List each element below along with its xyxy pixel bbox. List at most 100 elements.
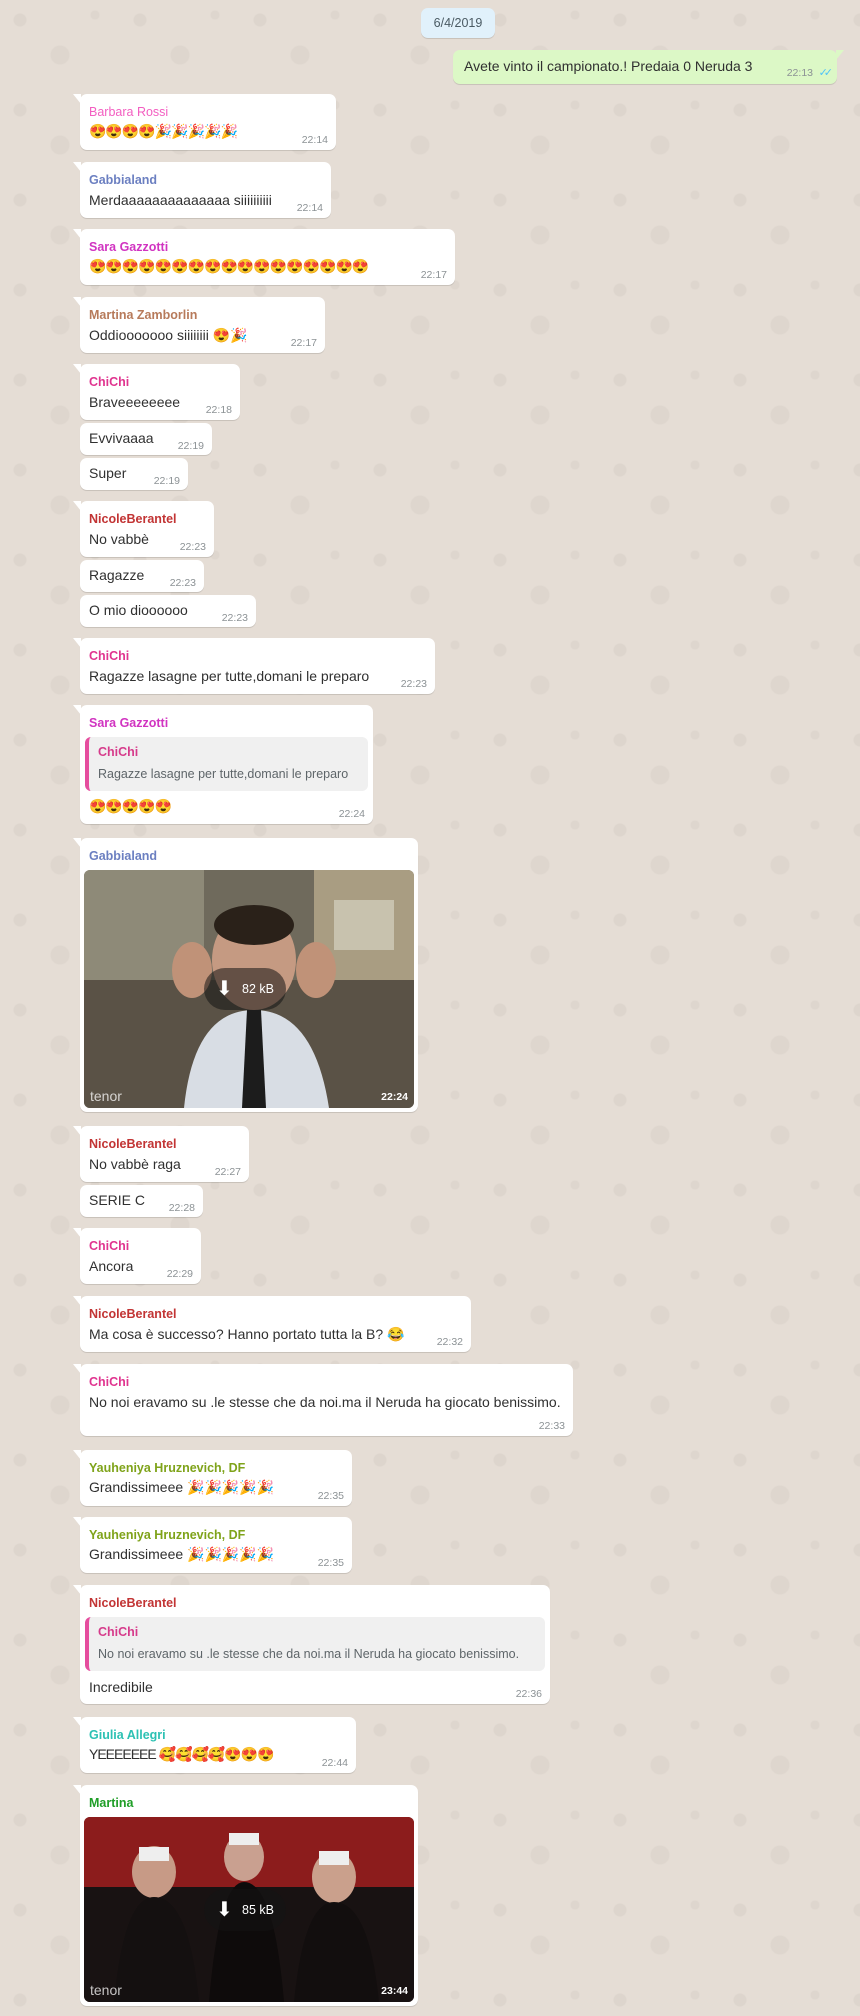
incoming-message[interactable]: Sara Gazzotti 😍😍😍😍😍😍😍😍😍😍😍😍😍😍😍😍😍 22:17 [73, 229, 455, 285]
incoming-message[interactable]: SERIE C 22:28 [80, 1185, 203, 1217]
message-time: 22:27 [214, 1166, 241, 1178]
message-time: 22:23 [221, 612, 248, 624]
sender-name[interactable]: ChiChi [89, 649, 129, 663]
quoted-text: Ragazze lasagne per tutte,domani le prep… [98, 767, 349, 781]
read-receipt-icon: ✓✓ [818, 67, 834, 79]
quoted-text: No noi eravamo su .le stesse che da noi.… [98, 1647, 520, 1661]
message-text: Grandissimeee 🎉🎉🎉🎉🎉 [89, 1546, 275, 1562]
message-text: Merdaaaaaaaaaaaaaa siiiiiiiiii [89, 192, 272, 208]
incoming-message[interactable]: Yauheniya Hruznevich, DF Grandissimeee 🎉… [73, 1450, 352, 1506]
sender-name[interactable]: Gabbialand [89, 849, 157, 863]
message-time: 22:18 [205, 404, 232, 416]
message-time: 22:19 [177, 440, 204, 452]
incoming-message[interactable]: Barbara Rossi 😍😍😍😍🎉🎉🎉🎉🎉 22:14 [73, 94, 336, 150]
message-text: Ancora [89, 1258, 134, 1274]
gif-thumbnail[interactable]: ⬇ 85 kB tenor 23:44 [84, 1817, 414, 2002]
message-time: 22:36 [515, 1688, 542, 1700]
download-arrow-icon: ⬇ [216, 1899, 233, 1921]
message-text: Braveeeeeeee [89, 394, 181, 410]
incoming-message[interactable]: ChiChi Ancora 22:29 [73, 1228, 201, 1284]
message-time: 22:24 [338, 808, 365, 820]
incoming-message[interactable]: Gabbialand Merdaaaaaaaaaaaaaa siiiiiiiii… [73, 162, 331, 218]
date-chip: 6/4/2019 [421, 8, 495, 38]
message-text: YEEEEEEE 🥰🥰🥰🥰😍😍😍 [89, 1746, 275, 1762]
message-time: 22:33 [538, 1420, 565, 1432]
message-text: Super [89, 465, 127, 481]
incoming-message[interactable]: ChiChi No noi eravamo su .le stesse che … [73, 1364, 573, 1436]
sender-name[interactable]: Barbara Rossi [89, 105, 168, 119]
message-time: 22:23 [179, 541, 206, 553]
incoming-message[interactable]: Ragazze 22:23 [80, 560, 204, 592]
sender-name[interactable]: ChiChi [89, 1375, 129, 1389]
outgoing-message[interactable]: Avete vinto il campionato.! Predaia 0 Ne… [453, 50, 844, 84]
quoted-message[interactable]: ChiChi No noi eravamo su .le stesse che … [85, 1617, 545, 1671]
message-text: Ma cosa è successo? Hanno portato tutta … [89, 1326, 405, 1342]
incoming-message[interactable]: ChiChi Braveeeeeeee 22:18 [73, 364, 240, 420]
file-size: 85 kB [242, 1903, 274, 1917]
message-time: 22:24 [381, 1091, 408, 1103]
message-text: Avete vinto il campionato.! Predaia 0 Ne… [464, 58, 753, 74]
incoming-message[interactable]: Martina Zamborlin Oddiooooooo siiiiiiii … [73, 297, 325, 353]
message-text: O mio dioooooo [89, 602, 188, 618]
message-text: No noi eravamo su .le stesse che da noi.… [89, 1394, 561, 1410]
download-button[interactable]: ⬇ 85 kB [204, 1889, 286, 1931]
sender-name[interactable]: Sara Gazzotti [89, 716, 168, 730]
message-time: 22:14 [301, 134, 328, 146]
message-time: 22:35 [317, 1490, 344, 1502]
message-time: 22:17 [420, 269, 447, 281]
incoming-message[interactable]: NicoleBerantel No vabbè raga 22:27 [73, 1126, 249, 1182]
incoming-message[interactable]: NicoleBerantel No vabbè 22:23 [73, 501, 214, 557]
sender-name[interactable]: ChiChi [89, 1239, 129, 1253]
sender-name[interactable]: NicoleBerantel [89, 1307, 177, 1321]
sender-name[interactable]: Yauheniya Hruznevich, DF [89, 1528, 245, 1542]
incoming-message[interactable]: Evvivaaaa 22:19 [80, 423, 212, 455]
message-text: No vabbè raga [89, 1156, 181, 1172]
message-time: 22:35 [317, 1557, 344, 1569]
message-text: Incredibile [89, 1679, 153, 1695]
message-text: 😍😍😍😍😍😍😍😍😍😍😍😍😍😍😍😍😍 [89, 258, 369, 274]
sender-name[interactable]: NicoleBerantel [89, 1596, 177, 1610]
message-text: Oddiooooooo siiiiiiii 😍🎉 [89, 327, 248, 343]
incoming-message[interactable]: Martina ⬇ 85 kB tenor 23:44 [73, 1785, 418, 2006]
message-text: Grandissimeee 🎉🎉🎉🎉🎉 [89, 1479, 275, 1495]
download-arrow-icon: ⬇ [216, 978, 233, 1000]
sender-name[interactable]: Giulia Allegri [89, 1728, 166, 1742]
incoming-message[interactable]: ChiChi Ragazze lasagne per tutte,domani … [73, 638, 435, 694]
message-text: Ragazze [89, 567, 145, 583]
file-size: 82 kB [242, 982, 274, 996]
message-time: 22:13 [786, 67, 813, 79]
incoming-message[interactable]: Yauheniya Hruznevich, DF Grandissimeee 🎉… [73, 1517, 352, 1573]
download-button[interactable]: ⬇ 82 kB [204, 968, 286, 1010]
quoted-sender: ChiChi [98, 1625, 139, 1639]
sender-name[interactable]: Gabbialand [89, 173, 157, 187]
message-text: SERIE C [89, 1192, 146, 1208]
incoming-message[interactable]: O mio dioooooo 22:23 [80, 595, 256, 627]
sender-name[interactable]: NicoleBerantel [89, 1137, 177, 1151]
message-time: 22:23 [169, 577, 196, 589]
sender-name[interactable]: NicoleBerantel [89, 512, 177, 526]
sender-name[interactable]: ChiChi [89, 375, 129, 389]
quoted-message[interactable]: ChiChi Ragazze lasagne per tutte,domani … [85, 737, 368, 791]
gif-thumbnail[interactable]: ⬇ 82 kB tenor 22:24 [84, 870, 414, 1108]
message-text: No vabbè [89, 531, 149, 547]
message-time: 22:28 [168, 1202, 195, 1214]
incoming-message[interactable]: Gabbialand ⬇ 82 kB tenor 22:24 [73, 838, 418, 1112]
incoming-message[interactable]: Sara Gazzotti ChiChi Ragazze lasagne per… [73, 705, 373, 824]
message-text: Evvivaaaa [89, 430, 154, 446]
message-time: 22:19 [153, 475, 180, 487]
sender-name[interactable]: Sara Gazzotti [89, 240, 168, 254]
sender-name[interactable]: Martina Zamborlin [89, 308, 197, 322]
incoming-message[interactable]: NicoleBerantel ChiChi No noi eravamo su … [73, 1585, 550, 1704]
message-time: 22:14 [296, 202, 323, 214]
incoming-message[interactable]: Super 22:19 [80, 458, 188, 490]
message-time: 22:44 [321, 1757, 348, 1769]
incoming-message[interactable]: Giulia Allegri YEEEEEEE 🥰🥰🥰🥰😍😍😍 22:44 [73, 1717, 356, 1773]
message-time: 22:32 [436, 1336, 463, 1348]
message-time: 22:17 [290, 337, 317, 349]
sender-name[interactable]: Martina [89, 1796, 133, 1810]
message-time: 22:29 [166, 1268, 193, 1280]
message-time: 23:44 [381, 1985, 408, 1997]
tenor-logo: tenor [90, 1088, 122, 1104]
incoming-message[interactable]: NicoleBerantel Ma cosa è successo? Hanno… [73, 1296, 471, 1352]
sender-name[interactable]: Yauheniya Hruznevich, DF [89, 1461, 245, 1475]
